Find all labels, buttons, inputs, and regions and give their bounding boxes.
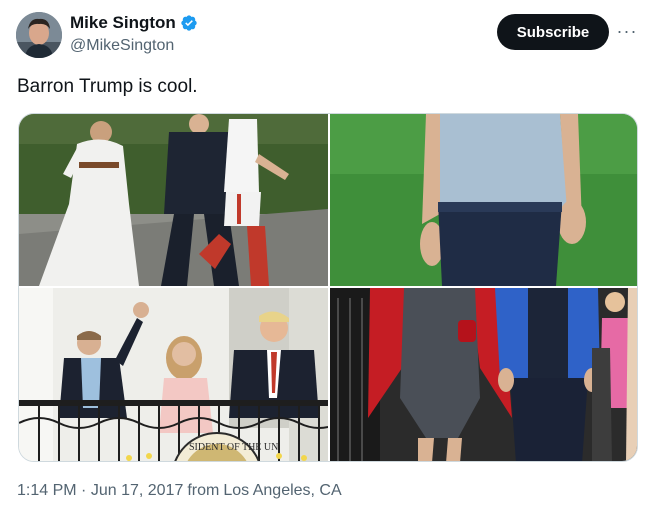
more-options-icon[interactable]: ···	[612, 18, 642, 44]
verified-badge-icon	[180, 14, 198, 32]
tweet-location: Los Angeles, CA	[223, 482, 342, 499]
media-grid: SIDENT OF THE UN	[18, 113, 638, 462]
tweet-text: Barron Trump is cool.	[17, 76, 198, 97]
author-handle[interactable]: @MikeSington	[70, 37, 174, 55]
tweet-card: Mike Sington @MikeSington Subscribe ··· …	[0, 0, 650, 509]
media-photo-4[interactable]	[330, 288, 637, 461]
author-display-name[interactable]: Mike Sington	[70, 13, 176, 33]
seal-text: SIDENT OF THE UN	[189, 442, 278, 453]
tweet-time: 1:14 PM	[17, 482, 77, 499]
media-photo-3[interactable]: SIDENT OF THE UN	[19, 288, 328, 461]
media-photo-2[interactable]	[330, 114, 637, 286]
tweet-date: Jun 17, 2017	[90, 482, 184, 499]
location-prefix: from	[187, 482, 220, 499]
tweet-time-link[interactable]: 1:14 PM · Jun 17, 2017	[17, 482, 183, 500]
time-separator: ·	[81, 482, 87, 499]
author-avatar[interactable]	[16, 12, 62, 58]
media-photo-1[interactable]	[19, 114, 328, 286]
author-name-row: Mike Sington	[70, 13, 198, 33]
subscribe-button[interactable]: Subscribe	[497, 14, 609, 50]
tweet-timestamp: 1:14 PM · Jun 17, 2017 from Los Angeles,…	[17, 482, 342, 500]
